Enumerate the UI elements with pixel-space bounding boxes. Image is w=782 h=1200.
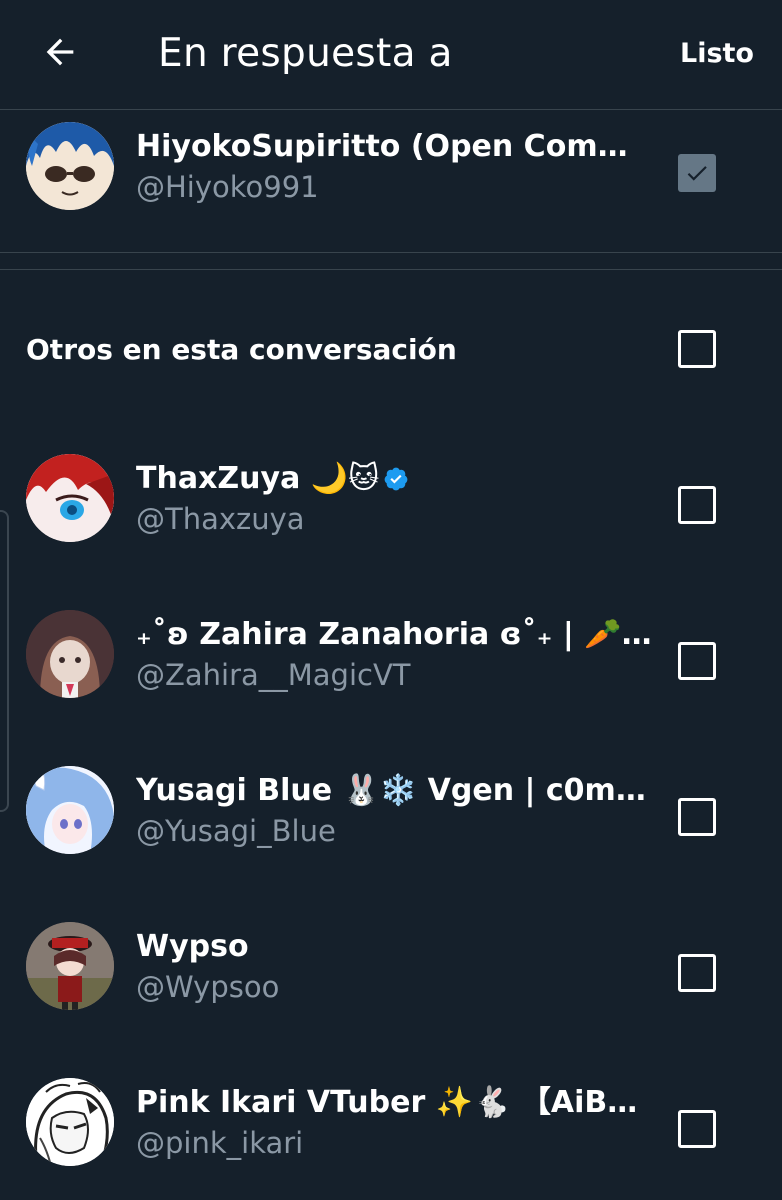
user-checkbox[interactable] xyxy=(678,486,716,524)
replying-to-checkbox[interactable] xyxy=(678,154,716,192)
user-name: Wypso xyxy=(136,929,249,964)
user-checkbox[interactable] xyxy=(678,798,716,836)
avatar xyxy=(26,454,114,542)
avatar xyxy=(26,922,114,1010)
avatar xyxy=(26,1078,114,1166)
user-name: Pink Ikari VTuber ✨🐇 【AiByt... xyxy=(136,1085,656,1120)
avatar xyxy=(26,610,114,698)
list-item[interactable]: Yusagi Blue 🐰❄️ Vgen | c0m1s ... @Yusagi… xyxy=(0,760,782,880)
user-handle: @pink_ikari xyxy=(136,1126,304,1160)
user-handle: @Yusagi_Blue xyxy=(136,814,336,848)
user-name-row: ThaxZuya 🌙🐱 xyxy=(136,460,656,502)
user-handle: @Hiyoko991 xyxy=(136,170,319,204)
user-name: ThaxZuya 🌙🐱 xyxy=(136,461,380,496)
list-item[interactable]: ThaxZuya 🌙🐱 @Thaxzuya xyxy=(0,448,782,568)
list-item[interactable]: Wypso @Wypsoo xyxy=(0,916,782,1036)
side-edge-handle xyxy=(0,510,9,812)
back-button[interactable] xyxy=(36,28,84,76)
checkmark-icon xyxy=(687,166,707,181)
user-name: HiyokoSupiritto (Open Comms... xyxy=(136,129,656,164)
user-checkbox[interactable] xyxy=(678,1110,716,1148)
user-handle: @Thaxzuya xyxy=(136,502,305,536)
avatar xyxy=(26,766,114,854)
others-select-all-checkbox[interactable] xyxy=(678,330,716,368)
section-divider xyxy=(0,252,782,270)
user-handle: @Wypsoo xyxy=(136,970,280,1004)
done-button[interactable]: Listo xyxy=(680,34,754,74)
list-item[interactable]: Pink Ikari VTuber ✨🐇 【AiByt... @pink_ika… xyxy=(0,1072,782,1192)
user-checkbox[interactable] xyxy=(678,642,716,680)
top-app-bar: En respuesta a Listo xyxy=(0,0,782,110)
arrow-left-icon xyxy=(46,38,74,66)
user-name: ₊˚ʚ Zahira Zanahoria ɞ˚₊ | 🥕🎨 xyxy=(136,617,656,652)
user-checkbox[interactable] xyxy=(678,954,716,992)
verified-badge-icon xyxy=(383,464,409,502)
replying-to-user-row[interactable]: HiyokoSupiritto (Open Comms... @Hiyoko99… xyxy=(0,116,782,236)
page-title: En respuesta a xyxy=(158,31,453,76)
avatar xyxy=(26,122,114,210)
user-handle: @Zahira__MagicVT xyxy=(136,658,411,692)
list-item[interactable]: ₊˚ʚ Zahira Zanahoria ɞ˚₊ | 🥕🎨 @Zahira__M… xyxy=(0,604,782,724)
others-section-label: Otros en esta conversación xyxy=(26,333,457,366)
user-name: Yusagi Blue 🐰❄️ Vgen | c0m1s ... xyxy=(136,773,656,808)
